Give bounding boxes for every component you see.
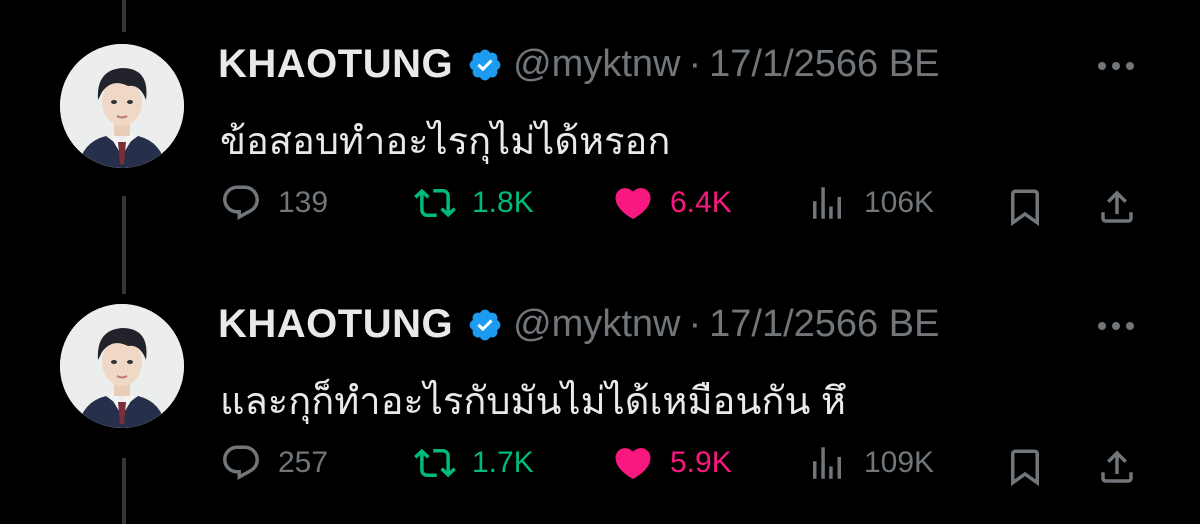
reply-button[interactable]: 139	[220, 182, 328, 224]
heart-icon	[615, 448, 651, 480]
separator: ·	[688, 303, 702, 345]
more-icon[interactable]	[1096, 320, 1136, 332]
timestamp[interactable]: 17/1/2566 BE	[709, 43, 939, 86]
share-icon[interactable]	[1096, 446, 1138, 488]
verified-badge-icon	[469, 309, 501, 340]
action-bar: 139 1.8K 6.4K 106K	[0, 182, 1200, 232]
tweet[interactable]: KHAOTUNG @myktnw · 17/1/2566 BE ข้อสอบทำ…	[0, 0, 1200, 262]
reply-icon	[223, 445, 259, 480]
repost-button[interactable]: 1.8K	[414, 182, 534, 224]
views-icon	[813, 187, 841, 219]
bookmark-icon[interactable]	[1004, 186, 1046, 228]
repost-button[interactable]: 1.7K	[414, 442, 534, 484]
display-name[interactable]: KHAOTUNG	[218, 302, 453, 347]
reply-count: 257	[278, 446, 329, 479]
verified-badge-icon	[469, 49, 501, 80]
views-count: 106K	[864, 186, 935, 219]
views-button[interactable]: 109K	[806, 442, 934, 484]
tweet-text: ข้อสอบทำอะไรกุไม่ได้หรอก	[220, 121, 671, 163]
tweet-header: KHAOTUNG @myktnw · 17/1/2566 BE	[218, 42, 939, 87]
views-icon	[813, 447, 841, 479]
repost-icon	[414, 188, 456, 218]
repost-count: 1.7K	[472, 446, 534, 479]
tweet-header: KHAOTUNG @myktnw · 17/1/2566 BE	[218, 302, 939, 347]
tweet-text: และกุก็ทำอะไรกับมันไม่ได้เหมือนกัน หึ	[220, 381, 846, 423]
avatar[interactable]	[60, 304, 184, 428]
heart-icon	[615, 188, 651, 220]
like-button[interactable]: 5.9K	[612, 442, 732, 484]
reply-button[interactable]: 257	[220, 442, 328, 484]
repost-count: 1.8K	[472, 186, 534, 219]
reply-icon	[223, 185, 259, 220]
share-icon[interactable]	[1096, 186, 1138, 228]
avatar[interactable]	[60, 44, 184, 168]
separator: ·	[688, 43, 702, 85]
repost-icon	[414, 448, 456, 478]
handle[interactable]: @myktnw	[513, 303, 680, 346]
display-name[interactable]: KHAOTUNG	[218, 42, 453, 87]
like-button[interactable]: 6.4K	[612, 182, 732, 224]
timestamp[interactable]: 17/1/2566 BE	[709, 303, 939, 346]
views-button[interactable]: 106K	[806, 182, 934, 224]
like-count: 6.4K	[670, 186, 732, 219]
bookmark-icon[interactable]	[1004, 446, 1046, 488]
views-count: 109K	[864, 446, 935, 479]
handle[interactable]: @myktnw	[513, 43, 680, 86]
like-count: 5.9K	[670, 446, 732, 479]
tweet[interactable]: KHAOTUNG @myktnw · 17/1/2566 BE และกุก็ท…	[0, 262, 1200, 524]
more-icon[interactable]	[1096, 60, 1136, 72]
action-bar: 257 1.7K 5.9K 109K	[0, 442, 1200, 492]
reply-count: 139	[278, 186, 329, 219]
